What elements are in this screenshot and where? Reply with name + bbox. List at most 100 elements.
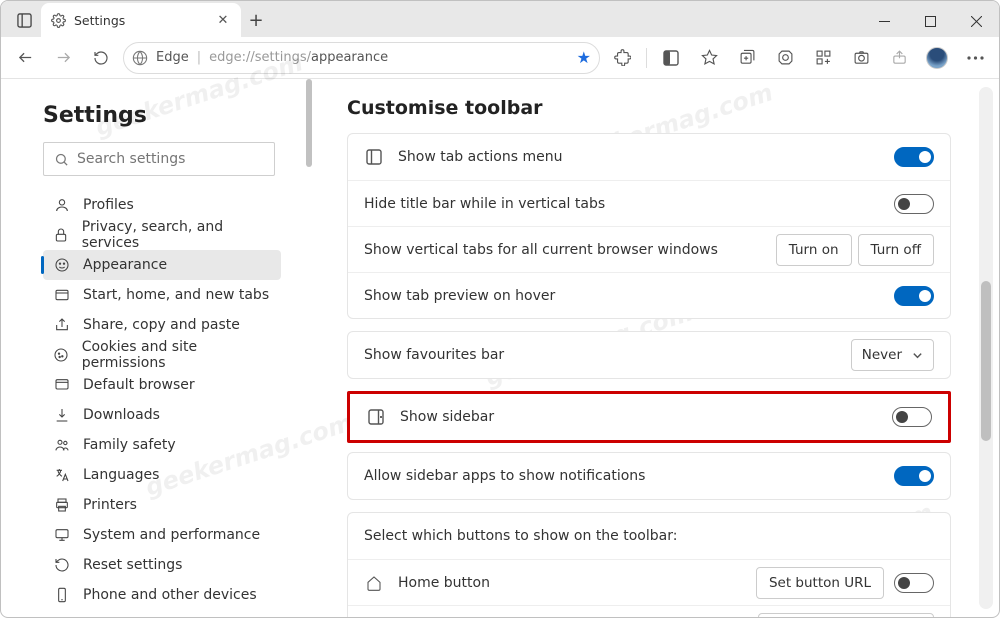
sidebar-item-downloads[interactable]: Downloads (43, 400, 281, 430)
tab-title: Settings (74, 13, 207, 28)
minimize-button[interactable] (861, 5, 907, 37)
sidebar-item-languages[interactable]: Languages (43, 460, 281, 490)
profile-avatar[interactable] (921, 42, 953, 74)
sidebar-item-label: Share, copy and paste (83, 317, 240, 333)
row-vertical-tabs: Show vertical tabs for all current brows… (348, 226, 950, 272)
tab-actions-row-icon (364, 149, 384, 165)
fav-bar-select[interactable]: Never (851, 339, 934, 371)
more-menu-icon[interactable] (959, 42, 991, 74)
turn-on-button[interactable]: Turn on (776, 234, 852, 266)
lock-icon (53, 227, 70, 243)
system-icon (53, 527, 71, 543)
row-home-button: Home button Set button URL (348, 559, 950, 605)
search-settings-field[interactable] (43, 142, 275, 176)
download-icon (53, 407, 71, 423)
toggle-show-sidebar[interactable] (892, 407, 932, 427)
sidebar-scrollbar[interactable] (305, 79, 313, 617)
row-hide-title: Hide title bar while in vertical tabs (348, 180, 950, 226)
row-show-sidebar: Show sidebar (350, 394, 948, 440)
sidebar-item-accessibility[interactable]: Accessibility (43, 610, 281, 617)
refresh-button[interactable] (85, 42, 117, 74)
favorites-icon[interactable] (693, 42, 725, 74)
sidebar-item-label: Phone and other devices (83, 587, 257, 603)
close-tab-icon[interactable]: ✕ (215, 12, 231, 28)
row-label: Select which buttons to show on the tool… (364, 528, 934, 544)
share-icon (883, 42, 915, 74)
browser-icon (53, 377, 71, 393)
screenshot-icon[interactable] (845, 42, 877, 74)
sidebar-item-label: Privacy, search, and services (82, 219, 271, 251)
sidebar-item-system[interactable]: System and performance (43, 520, 281, 550)
favourites-card: Show favourites bar Never (347, 331, 951, 379)
search-input[interactable] (77, 151, 264, 167)
tab-actions-icon[interactable] (7, 3, 41, 37)
main-panel: Customise toolbar Show tab actions menu … (313, 79, 999, 617)
sidebar-item-family[interactable]: Family safety (43, 430, 281, 460)
row-fav-bar: Show favourites bar Never (348, 332, 950, 378)
row-tab-preview: Show tab preview on hover (348, 272, 950, 318)
favorite-star-icon[interactable]: ★ (577, 48, 591, 67)
sidebar-item-label: Default browser (83, 377, 195, 393)
row-select-buttons: Select which buttons to show on the tool… (348, 513, 950, 559)
sidebar-item-label: Printers (83, 497, 137, 513)
home-icon (364, 575, 384, 591)
sidebar-item-label: Cookies and site permissions (82, 339, 271, 371)
settings-heading: Settings (43, 103, 307, 128)
family-icon (53, 437, 71, 453)
sidebar-item-phone[interactable]: Phone and other devices (43, 580, 281, 610)
sidebar-item-privacy[interactable]: Privacy, search, and services (43, 220, 281, 250)
address-bar[interactable]: Edge | edge://settings/appearance ★ (123, 42, 600, 74)
sidebar-item-label: Appearance (83, 257, 167, 273)
toggle-sidebar-notif[interactable] (894, 466, 934, 486)
close-window-button[interactable] (953, 5, 999, 37)
sidebar-item-cookies[interactable]: Cookies and site permissions (43, 340, 281, 370)
maximize-button[interactable] (907, 5, 953, 37)
sidebar-item-label: Profiles (83, 197, 134, 213)
set-button-url[interactable]: Set button URL (756, 567, 884, 599)
toggle-hide-title[interactable] (894, 194, 934, 214)
row-label: Show tab preview on hover (364, 288, 894, 304)
row-label: Show tab actions menu (398, 149, 894, 165)
toggle-home-button[interactable] (894, 573, 934, 593)
gear-icon (51, 13, 66, 28)
separator (646, 48, 647, 68)
sidebar-item-default-browser[interactable]: Default browser (43, 370, 281, 400)
reset-icon (53, 557, 71, 573)
url-text: edge://settings/appearance (209, 50, 388, 65)
ad-blocker-icon[interactable] (769, 42, 801, 74)
profile-icon (53, 197, 71, 213)
toggle-tab-actions[interactable] (894, 147, 934, 167)
back-button[interactable] (9, 42, 41, 74)
sidebar-item-profiles[interactable]: Profiles (43, 190, 281, 220)
content-area: Settings Profiles Privacy, search, and s… (1, 79, 999, 617)
extensions-select[interactable]: Show automatically (758, 613, 934, 618)
new-tab-button[interactable]: + (241, 5, 271, 35)
sidebar-item-printers[interactable]: Printers (43, 490, 281, 520)
language-icon (53, 467, 71, 483)
toggle-tab-preview[interactable] (894, 286, 934, 306)
sidebar-item-appearance[interactable]: Appearance (43, 250, 281, 280)
forward-button (47, 42, 79, 74)
titlebar: Settings ✕ + (1, 1, 999, 37)
chevron-down-icon (912, 350, 923, 361)
sidebar-item-share[interactable]: Share, copy and paste (43, 310, 281, 340)
row-label: Show favourites bar (364, 347, 851, 363)
address-separator: | (197, 50, 201, 65)
extensions-puzzle-icon[interactable] (606, 42, 638, 74)
appearance-icon (53, 257, 71, 273)
site-info-icon[interactable] (132, 50, 148, 66)
sidebar-item-label: Languages (83, 467, 159, 483)
sidebar-item-reset[interactable]: Reset settings (43, 550, 281, 580)
sidebar-item-start[interactable]: Start, home, and new tabs (43, 280, 281, 310)
collections-icon[interactable] (731, 42, 763, 74)
toolbar-tabs-card: Show tab actions menu Hide title bar whi… (347, 133, 951, 319)
share-nav-icon (53, 317, 71, 333)
turn-off-button[interactable]: Turn off (858, 234, 934, 266)
sidebar-panel-icon[interactable] (655, 42, 687, 74)
browser-tab[interactable]: Settings ✕ (41, 3, 241, 37)
sidebar-item-label: Downloads (83, 407, 160, 423)
main-scrollbar[interactable] (979, 87, 993, 609)
apps-icon[interactable] (807, 42, 839, 74)
cookies-icon (53, 347, 70, 363)
row-label: Show vertical tabs for all current brows… (364, 242, 776, 258)
